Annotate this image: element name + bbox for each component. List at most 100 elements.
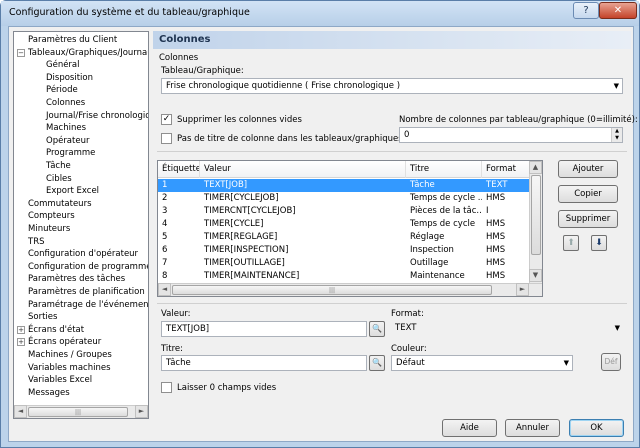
help-button[interactable]: Aide	[442, 419, 497, 437]
columns-panel: Colonnes Colonnes Tableau/Graphique: Fri…	[153, 31, 638, 437]
tree-item[interactable]: Sorties	[28, 311, 57, 323]
chart-select[interactable]: Frise chronologique quotidienne ( Frise …	[161, 78, 623, 94]
table-row[interactable]: 3 TIMERCNT[CYCLEJOB] Pièces de la tâc... I	[158, 205, 531, 218]
close-button[interactable]: ✕	[599, 2, 637, 19]
ncols-spinner[interactable]: 0 ▲ ▼	[399, 127, 623, 143]
title-input[interactable]: Tâche	[161, 355, 367, 371]
columns-group-label: Colonnes	[159, 53, 199, 63]
grid-header-etiquette[interactable]: Étiquette	[158, 161, 200, 178]
tree-item[interactable]: Variables machines	[28, 362, 111, 374]
tree-horizontal-scrollbar[interactable]: ◄ ||| ►	[14, 405, 148, 418]
tree-item[interactable]: Configuration de programme	[28, 261, 148, 273]
grid-header-format[interactable]: Format	[482, 161, 531, 178]
tree-item[interactable]: Cibles	[46, 173, 72, 185]
spin-down-icon[interactable]: ▼	[611, 135, 622, 142]
color-select[interactable]: Défaut ▼	[391, 355, 573, 371]
move-up-icon[interactable]: ⬆	[563, 235, 579, 251]
table-row[interactable]: 6 TIMER[INSPECTION] Inspection HMS	[158, 244, 531, 257]
expand-icon[interactable]: +	[17, 325, 25, 334]
spin-up-icon[interactable]: ▲	[611, 128, 622, 135]
zero-fields-checkbox[interactable]	[161, 382, 172, 393]
tree-item[interactable]: Variables Excel	[28, 374, 92, 386]
tree-item[interactable]: Compteurs	[28, 210, 75, 222]
collapse-icon[interactable]: −	[17, 48, 25, 57]
tree-item[interactable]: Tâche	[46, 160, 71, 172]
tree-item[interactable]: Minuteurs	[28, 223, 70, 235]
grid-scroll-up-button[interactable]: ▲	[529, 161, 542, 174]
tree-item[interactable]: Journal/Frise chronologiq	[46, 110, 148, 122]
title-bar[interactable]: Configuration du système et du tableau/g…	[1, 1, 639, 26]
panel-header: Colonnes	[153, 31, 631, 49]
cell-titre: Temps de cycle ...	[410, 193, 482, 203]
title-browse-icon[interactable]: 🔍	[369, 355, 385, 371]
tree-item[interactable]: Opérateur	[46, 135, 89, 147]
tree-item[interactable]: Messages	[28, 387, 70, 399]
settings-tree[interactable]: Paramètres du Client − Tableaux/Graphiques…	[13, 31, 149, 419]
ncols-label: Nombre de colonnes par tableau/graphique…	[399, 115, 638, 125]
tree-item[interactable]: Machines	[46, 122, 86, 134]
ncols-value: 0	[404, 130, 410, 140]
tree-item[interactable]: Export Excel	[46, 185, 99, 197]
cell-valeur: TIMER[MAINTENANCE]	[204, 271, 300, 281]
table-row[interactable]: 7 TIMER[OUTILLAGE] Outillage HMS	[158, 257, 531, 270]
format-select[interactable]: TEXT ▼	[391, 321, 623, 337]
tree-item[interactable]: Machines / Groupes	[28, 349, 112, 361]
tree-item[interactable]: Écrans opérateur	[28, 336, 101, 348]
grid-vscroll-thumb[interactable]	[531, 175, 541, 255]
add-button[interactable]: Ajouter	[558, 160, 618, 178]
tree-item[interactable]: Colonnes	[46, 97, 85, 109]
cell-titre: Maintenance	[410, 271, 465, 281]
tree-item[interactable]: Paramétrage de l'événement	[28, 299, 148, 311]
cell-valeur: TIMER[CYCLE]	[204, 219, 264, 229]
cancel-button[interactable]: Annuler	[505, 419, 560, 437]
grid-scroll-left-button[interactable]: ◄	[158, 283, 171, 296]
tree-item[interactable]: Paramètres de planification	[28, 286, 145, 298]
value-browse-icon[interactable]: 🔍	[369, 321, 385, 337]
table-row[interactable]: 2 TIMER[CYCLEJOB] Temps de cycle ... HMS	[158, 192, 531, 205]
cell-titre: Réglage	[410, 232, 445, 242]
grid-scroll-down-button[interactable]: ▼	[529, 269, 542, 282]
cell-titre: Pièces de la tâc...	[410, 206, 482, 216]
no-title-checkbox[interactable]	[161, 133, 172, 144]
table-row[interactable]: 1 TEXT[JOB] Tâche TEXT	[158, 179, 531, 192]
move-down-icon[interactable]: ⬇	[591, 235, 607, 251]
tree-item[interactable]: Général	[46, 59, 80, 71]
tree-item[interactable]: Période	[46, 84, 78, 96]
chevron-down-icon: ▼	[613, 82, 619, 90]
chart-label: Tableau/Graphique:	[161, 66, 244, 76]
delete-button[interactable]: Supprimer	[558, 210, 618, 228]
table-row[interactable]: 8 TIMER[MAINTENANCE] Maintenance HMS	[158, 270, 531, 283]
grid-scroll-right-button[interactable]: ►	[516, 283, 529, 296]
tree-item[interactable]: Commutateurs	[28, 198, 92, 210]
help-title-button[interactable]: ?	[573, 2, 599, 19]
tree-item[interactable]: Disposition	[46, 72, 93, 84]
tree-item[interactable]: Configuration d'opérateur	[28, 248, 138, 260]
tree-item[interactable]: Paramètres des tâches	[28, 273, 125, 285]
grid-hscroll-thumb[interactable]: |||	[172, 285, 492, 295]
tree-item[interactable]: Tableaux/Graphiques/Journau	[28, 47, 148, 59]
tree-scroll-right-button[interactable]: ►	[135, 405, 148, 418]
table-row[interactable]: 4 TIMER[CYCLE] Temps de cycle HMS	[158, 218, 531, 231]
tree-item[interactable]: Programme	[46, 147, 95, 159]
def-button[interactable]: Déf	[601, 353, 621, 371]
format-select-value: TEXT	[395, 323, 417, 333]
cell-format: HMS	[486, 232, 506, 242]
grid-header: Étiquette Valeur Titre Format	[158, 161, 531, 178]
tree-scroll-thumb[interactable]: |||	[28, 407, 128, 417]
suppress-empty-checkbox[interactable]: ✓	[161, 114, 172, 125]
columns-grid[interactable]: Étiquette Valeur Titre Format 1 TEXT[JOB]…	[157, 160, 543, 297]
ok-button[interactable]: OK	[569, 419, 624, 437]
tree-item[interactable]: Paramètres du Client	[28, 34, 117, 46]
tree-item[interactable]: TRS	[28, 236, 45, 248]
grid-header-valeur[interactable]: Valeur	[200, 161, 406, 178]
tree-item[interactable]: Écrans d'état	[28, 324, 84, 336]
grid-header-titre[interactable]: Titre	[406, 161, 482, 178]
tree-scroll-left-button[interactable]: ◄	[14, 405, 27, 418]
expand-icon[interactable]: +	[17, 338, 25, 347]
cell-etiquette: 1	[162, 180, 168, 190]
value-input[interactable]: TEXT[JOB]	[161, 321, 367, 337]
grid-horizontal-scrollbar[interactable]: ◄ ||| ►	[158, 283, 542, 296]
table-row[interactable]: 5 TIMER[REGLAGE] Réglage HMS	[158, 231, 531, 244]
grid-vertical-scrollbar[interactable]: ▲ ▼	[529, 161, 542, 283]
copy-button[interactable]: Copier	[558, 185, 618, 203]
